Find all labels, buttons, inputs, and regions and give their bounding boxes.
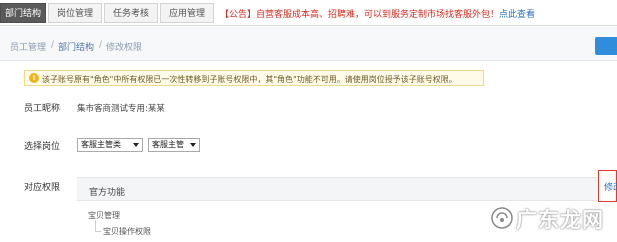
breadcrumb-separator: / [99, 40, 103, 50]
position-select[interactable]: 客服主管 [148, 138, 200, 152]
tree-item-product-operation-permission: 宝贝操作权限 [103, 227, 151, 236]
top-tab-bar: 部门结构 岗位管理 任务考核 应用管理 【公告】自营客服成本高、招聘难，可以到服… [0, 0, 617, 26]
breadcrumb-edit-permissions: 修改权限 [106, 43, 143, 53]
position-label: 选择岗位 [24, 142, 61, 152]
permission-panel-header: 官方功能 [77, 177, 617, 201]
announcement-link[interactable]: 点此查看 [499, 10, 535, 20]
position-category-value: 客服主管类 [81, 140, 121, 149]
position-value: 客服主管 [152, 140, 184, 149]
warning-banner: ! 该子账号原有"角色"中所有权限已一次性转移到子账号权限中，其"角色"功能不可… [24, 70, 484, 86]
announcement-text: 【公告】自营客服成本高、招聘难，可以到服务定制市场找客服外包！ [220, 10, 500, 20]
announcement: 【公告】自营客服成本高、招聘难，可以到服务定制市场找客服外包！点此查看 [220, 7, 535, 20]
tab-position-management[interactable]: 岗位管理 [48, 3, 102, 23]
breadcrumb: 员工管理 / 部门结构 / 修改权限 [0, 27, 617, 61]
nickname-label: 员工昵称 [24, 104, 61, 114]
edit-permissions-link[interactable]: 修改 [604, 180, 617, 193]
breadcrumb-employee-management[interactable]: 员工管理 [10, 40, 46, 53]
chevron-down-icon [190, 143, 196, 147]
nickname-value: 集市客商测试专用:某某 [77, 104, 165, 114]
permission-label: 对应权限 [24, 183, 61, 193]
watermark-logo-icon [491, 207, 513, 229]
breadcrumb-department-structure[interactable]: 部门结构 [58, 40, 94, 53]
warning-icon: ! [29, 73, 39, 83]
breadcrumb-separator: / [51, 40, 55, 50]
edit-permissions-highlight[interactable]: 修改 [598, 170, 617, 202]
tab-app-management[interactable]: 应用管理 [160, 3, 214, 23]
position-category-select[interactable]: 客服主管类 [77, 138, 143, 152]
tree-connector [95, 231, 101, 232]
warning-text: 该子账号原有"角色"中所有权限已一次性转移到子账号权限中，其"角色"功能不可用。… [42, 75, 457, 84]
chevron-down-icon [133, 143, 139, 147]
tab-department-structure[interactable]: 部门结构 [0, 3, 46, 23]
tree-item-product-management: 宝贝管理 [88, 211, 120, 220]
tab-task-assessment[interactable]: 任务考核 [104, 3, 158, 23]
watermark-text: 广东龙网 [516, 208, 604, 232]
watermark: 广东龙网 [486, 200, 617, 242]
action-button[interactable] [595, 37, 617, 55]
permission-group-title: 官方功能 [89, 188, 126, 198]
